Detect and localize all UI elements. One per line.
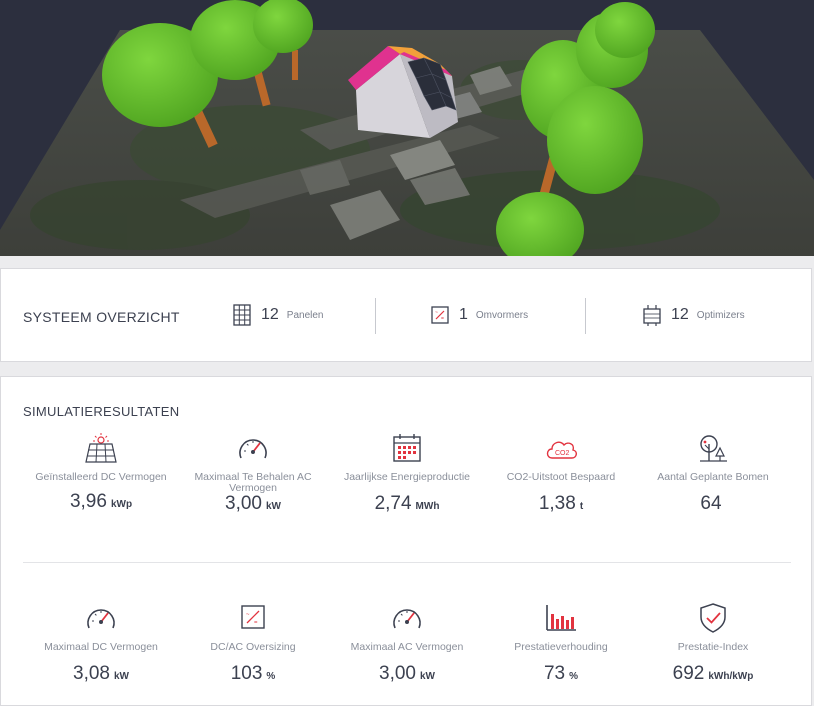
metric-performance-ratio: Prestatieverhouding 73% — [481, 602, 641, 685]
value-unit: t — [579, 501, 584, 512]
inverters-label: Omvormers — [475, 309, 529, 321]
optimizers-label: Optimizers — [696, 309, 745, 321]
metric-value: 103% — [173, 663, 333, 685]
trees-icon — [700, 435, 727, 462]
system-overview-title: SYSTEEM OVERZICHT — [23, 309, 180, 325]
gauge-icon — [87, 609, 115, 629]
co2-icon-text: CO2 — [555, 450, 570, 457]
value-number: 3,00 — [379, 663, 416, 684]
svg-text:~: ~ — [246, 612, 250, 618]
optimizer-icon — [643, 305, 661, 326]
svg-text:=: = — [441, 316, 444, 322]
metric-max-dc-power: Maximaal DC Vermogen 3,08 kW — [21, 602, 181, 685]
metric-max-ac-power: Maximaal AC Vermogen 3,00 kW — [327, 602, 487, 685]
metric-value: 1,38 t — [481, 493, 641, 515]
value-unit: % — [266, 671, 276, 682]
metric-label: CO2-Uitstoot Bespaard — [506, 471, 616, 483]
value-unit: % — [569, 671, 579, 682]
metric-value: 2,74 MWh — [327, 493, 487, 515]
value-number: 73 — [543, 663, 566, 684]
metric-label: Maximaal DC Vermogen — [44, 641, 158, 653]
simulation-results-title: SIMULATIERESULTATEN — [23, 404, 180, 419]
metric-dc-ac-oversizing: ~ = DC/AC Oversizing 103% — [173, 602, 333, 685]
value-number: 64 — [700, 493, 722, 514]
aerial-3d-model[interactable] — [0, 0, 814, 256]
metric-label: Maximaal Te Behalen AC Vermogen — [194, 471, 312, 494]
metric-label: Jaarlijkse Energieproductie — [343, 471, 471, 483]
metric-value: 73% — [481, 663, 641, 685]
metric-label: DC/AC Oversizing — [210, 641, 296, 653]
metric-label: Prestatie-Index — [677, 641, 749, 653]
metric-value: 3,08 kW — [21, 663, 181, 685]
svg-text:=: = — [254, 620, 258, 626]
panels-count: 12 — [261, 306, 279, 323]
value-unit: kW — [265, 501, 281, 512]
overview-divider — [375, 298, 376, 334]
value-number: 103 — [230, 663, 263, 684]
solar-panel-sun-icon — [85, 433, 117, 463]
gauge-icon — [393, 609, 421, 629]
solar-panel-grid-icon — [233, 304, 251, 326]
inverter-icon: ~ = — [431, 306, 449, 324]
overview-optimizers: 12 Optimizers — [641, 303, 745, 327]
gauge-icon — [239, 439, 267, 459]
metric-label: Geïnstalleerd DC Vermogen — [35, 471, 167, 483]
value-number: 1,38 — [538, 493, 576, 514]
shield-check-icon — [700, 603, 726, 633]
metric-value: 3,00 kW — [327, 663, 487, 685]
value-unit: kWh/kWp — [708, 671, 754, 682]
metric-trees-planted: Aantal Geplante Bomen 64 — [633, 432, 793, 515]
overview-inverters: ~ = 1 Omvormers — [429, 303, 528, 327]
metric-value: 692 kWh/kWp — [633, 663, 793, 685]
bar-chart-icon — [546, 605, 576, 631]
value-unit: MWh — [415, 501, 440, 512]
value-number: 2,74 — [374, 493, 412, 514]
metric-value: 3,96 kWp — [21, 491, 181, 513]
value-unit: kWp — [110, 499, 133, 510]
metric-value: 3,00 kW — [173, 493, 333, 515]
metric-performance-index: Prestatie-Index 692 kWh/kWp — [633, 602, 793, 685]
value-number: 3,96 — [69, 491, 107, 512]
optimizers-count: 12 — [671, 306, 689, 323]
calendar-icon — [393, 434, 421, 462]
oversizing-icon: ~ = — [241, 605, 265, 629]
co2-cloud-icon: CO2 — [546, 441, 577, 459]
metric-annual-energy: Jaarlijkse Energieproductie 2,74 MWh — [327, 432, 487, 515]
overview-divider — [585, 298, 586, 334]
results-divider — [23, 562, 791, 563]
metric-value: 64 — [633, 493, 793, 515]
value-number: 3,00 — [225, 493, 262, 514]
value-unit: kW — [113, 671, 129, 682]
value-unit: kW — [419, 671, 435, 682]
metric-label: Aantal Geplante Bomen — [657, 471, 769, 483]
value-number: 692 — [672, 663, 705, 684]
overview-panels: 12 Panelen — [231, 303, 324, 327]
system-overview-card: SYSTEEM OVERZICHT 12 Panelen ~ = 1 Omvor… — [0, 268, 812, 362]
value-number: 3,08 — [73, 663, 110, 684]
inverters-count: 1 — [459, 306, 468, 323]
metric-label: Maximaal AC Vermogen — [350, 641, 464, 653]
metric-co2-saved: CO2 CO2-Uitstoot Bespaard 1,38 t — [481, 432, 641, 515]
3d-roof-view[interactable] — [0, 0, 814, 256]
metric-max-ac-achievable: Maximaal Te Behalen AC Vermogen 3,00 kW — [173, 432, 333, 515]
panels-label: Panelen — [286, 309, 324, 321]
simulation-results-card: SIMULATIERESULTATEN Geïnstalleerd DC Ver… — [0, 376, 812, 706]
metric-label: Prestatieverhouding — [514, 641, 608, 653]
svg-text:~: ~ — [435, 310, 438, 316]
metric-installed-dc-power: Geïnstalleerd DC Vermogen 3,96 kWp — [21, 432, 181, 513]
